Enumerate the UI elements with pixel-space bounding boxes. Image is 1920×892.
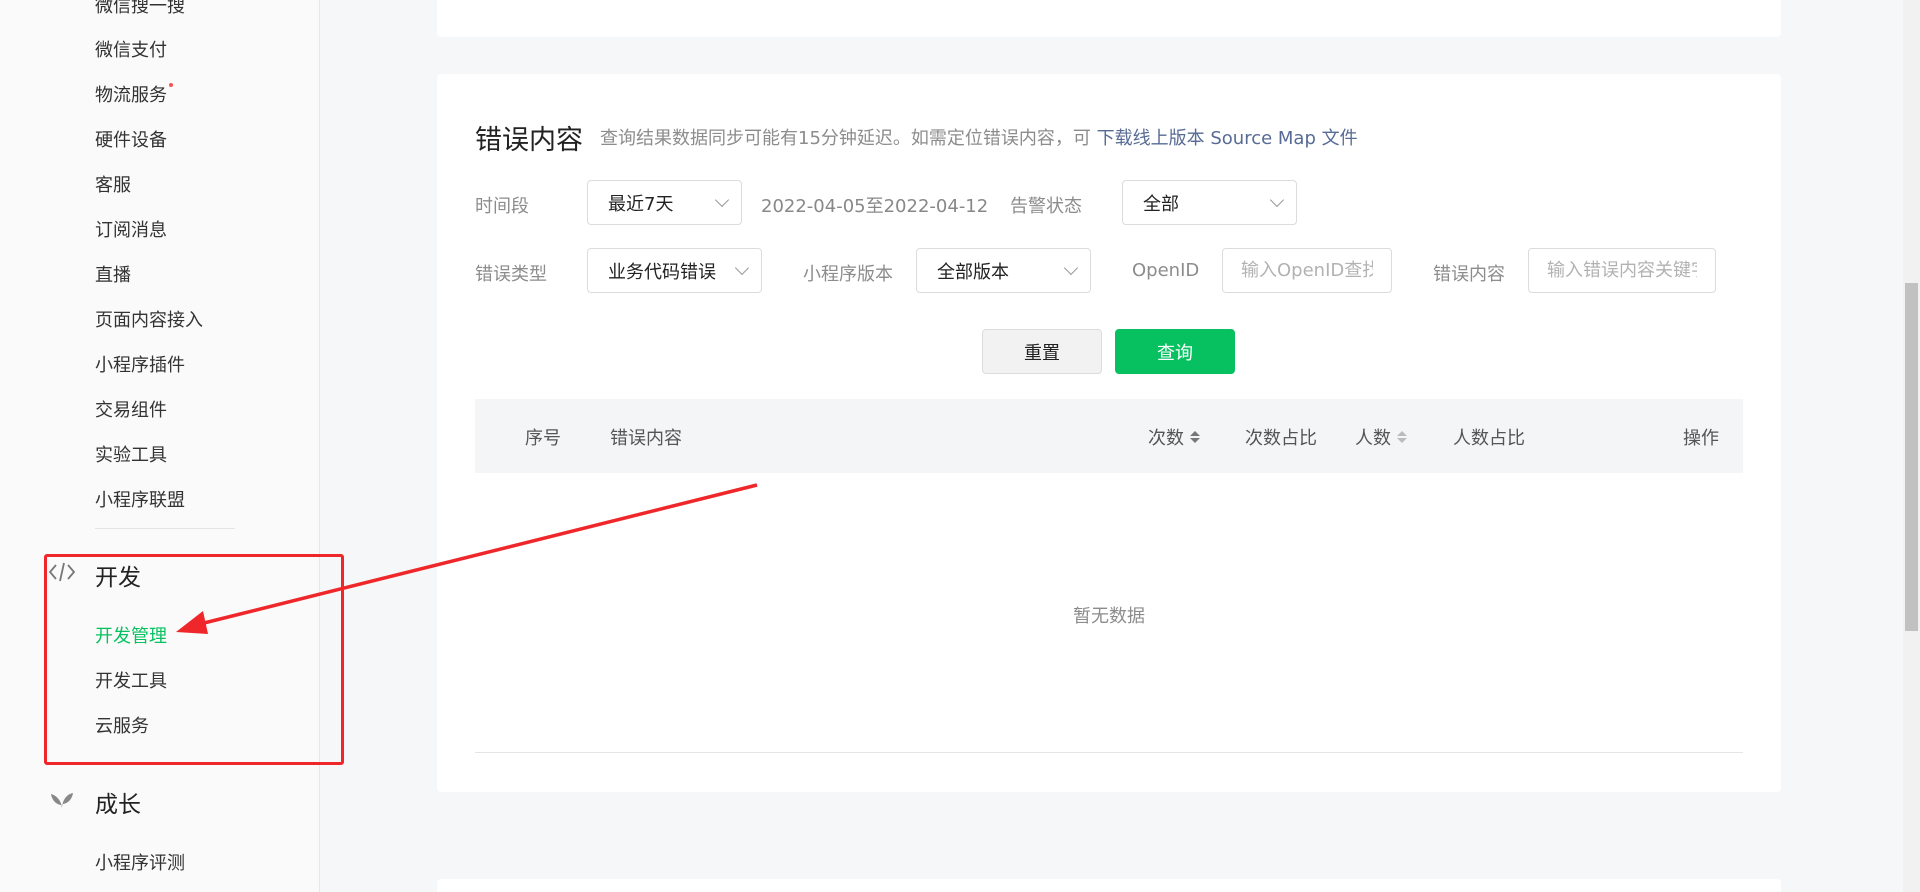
- sidebar-item-trade-component[interactable]: 交易组件: [95, 396, 167, 422]
- scrollbar-thumb[interactable]: [1905, 283, 1918, 631]
- table-header: 序号 错误内容 次数 次数占比 人数 人数占比 操作: [475, 399, 1743, 473]
- date-range: 2022-04-05至2022-04-12: [761, 196, 989, 217]
- error-content-input[interactable]: [1528, 248, 1716, 293]
- column-count-ratio-label: 次数占比: [1245, 428, 1317, 449]
- empty-state: 暂无数据: [1073, 606, 1145, 627]
- error-type-value: 业务代码错误: [608, 261, 716, 283]
- error-content-card: 错误内容 查询结果数据同步可能有15分钟延迟。如需定位错误内容，可 下载线上版本…: [437, 74, 1781, 792]
- column-count-label: 次数: [1148, 428, 1184, 449]
- column-content-label: 错误内容: [610, 428, 682, 449]
- column-action: 操作: [1683, 424, 1719, 450]
- sidebar-item-wechat-search[interactable]: 微信搜一搜: [95, 0, 185, 18]
- sidebar-section-dev[interactable]: 开发: [95, 558, 141, 592]
- chevron-down-icon: [714, 192, 730, 208]
- tip-text: 查询结果数据同步可能有15分钟延迟。如需定位错误内容，可: [600, 128, 1091, 149]
- version-value: 全部版本: [937, 261, 1009, 283]
- sidebar-item-live[interactable]: 直播: [95, 261, 131, 287]
- version-select[interactable]: 全部版本: [916, 248, 1091, 293]
- error-content-label: 错误内容: [1433, 264, 1505, 285]
- sidebar-item-evaluation[interactable]: 小程序评测: [95, 849, 185, 875]
- error-type-select[interactable]: 业务代码错误: [587, 248, 762, 293]
- sidebar-divider: [95, 528, 235, 529]
- scrollbar[interactable]: [1903, 0, 1920, 892]
- alert-status-label: 告警状态: [1010, 196, 1082, 217]
- column-index: 序号: [525, 424, 561, 450]
- column-count-ratio: 次数占比: [1245, 424, 1317, 450]
- page-title: 错误内容: [475, 125, 583, 156]
- sidebar-item-alliance[interactable]: 小程序联盟: [95, 486, 185, 512]
- sidebar-item-plugin[interactable]: 小程序插件: [95, 351, 185, 377]
- sidebar-item-subscribe-message[interactable]: 订阅消息: [95, 216, 167, 242]
- column-count[interactable]: 次数: [1148, 424, 1200, 450]
- reset-button[interactable]: 重置: [982, 329, 1102, 374]
- version-label: 小程序版本: [803, 264, 893, 285]
- column-users[interactable]: 人数: [1355, 424, 1407, 450]
- sort-icon[interactable]: [1190, 431, 1200, 443]
- sort-icon[interactable]: [1397, 431, 1407, 443]
- sidebar-item-cloud-service[interactable]: 云服务: [95, 712, 149, 738]
- sidebar-item-hardware[interactable]: 硬件设备: [95, 126, 167, 152]
- openid-label: OpenID: [1132, 260, 1200, 281]
- chevron-down-icon: [1063, 260, 1079, 276]
- code-icon: [48, 560, 76, 584]
- table-divider: [475, 752, 1743, 753]
- alert-status-select[interactable]: 全部: [1122, 180, 1297, 225]
- column-users-ratio-label: 人数占比: [1453, 428, 1525, 449]
- sidebar-item-customer-service[interactable]: 客服: [95, 171, 131, 197]
- period-select-value: 最近7天: [608, 193, 674, 215]
- openid-input[interactable]: [1222, 248, 1392, 293]
- sidebar-item-label: 物流服务: [95, 85, 167, 106]
- sidebar-item-wechat-pay[interactable]: 微信支付: [95, 36, 167, 62]
- query-button[interactable]: 查询: [1115, 329, 1235, 374]
- period-label: 时间段: [475, 196, 529, 217]
- sidebar-item-logistics[interactable]: 物流服务: [95, 81, 173, 107]
- error-type-label: 错误类型: [475, 264, 547, 285]
- sidebar-item-page-content[interactable]: 页面内容接入: [95, 306, 203, 332]
- download-source-map-link[interactable]: 下载线上版本 Source Map 文件: [1097, 128, 1358, 149]
- card-previous: [437, 0, 1781, 37]
- sprout-icon: [48, 788, 76, 812]
- sidebar-item-dev-management[interactable]: 开发管理: [95, 622, 167, 648]
- sidebar-item-experiment-tools[interactable]: 实验工具: [95, 441, 167, 467]
- title-tip: 查询结果数据同步可能有15分钟延迟。如需定位错误内容，可 下载线上版本 Sour…: [600, 124, 1358, 150]
- sidebar-item-dev-tools[interactable]: 开发工具: [95, 667, 167, 693]
- column-content: 错误内容: [610, 424, 682, 450]
- notification-dot: [169, 83, 173, 87]
- column-index-label: 序号: [525, 428, 561, 449]
- sidebar-section-growth[interactable]: 成长: [95, 785, 141, 819]
- sidebar: 微信搜一搜 微信支付 物流服务 硬件设备 客服 订阅消息 直播 页面内容接入 小…: [0, 0, 320, 892]
- column-users-ratio: 人数占比: [1453, 424, 1525, 450]
- period-select[interactable]: 最近7天: [587, 180, 742, 225]
- card-next: [437, 879, 1781, 892]
- column-users-label: 人数: [1355, 428, 1391, 449]
- alert-status-value: 全部: [1143, 193, 1179, 215]
- column-action-label: 操作: [1683, 428, 1719, 449]
- chevron-down-icon: [1269, 192, 1285, 208]
